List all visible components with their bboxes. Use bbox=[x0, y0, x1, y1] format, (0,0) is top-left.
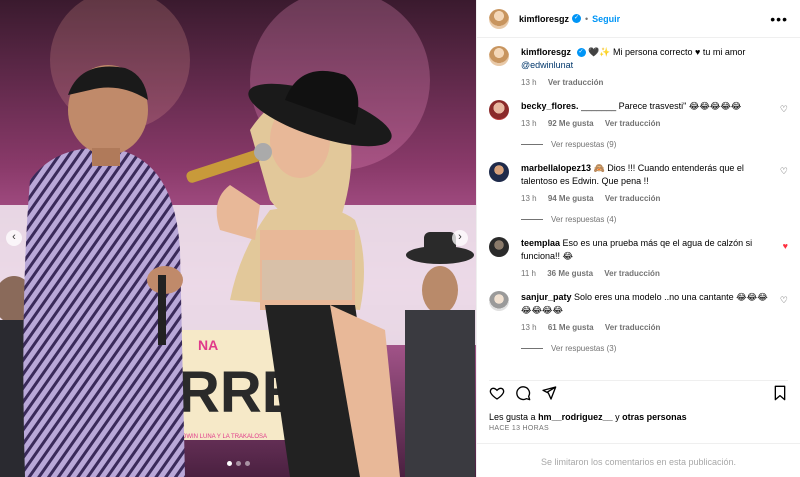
comment-text: marbellalopez13 🙈 Dios !!! Cuando entend… bbox=[521, 162, 772, 188]
like-heart-icon[interactable]: ♡ bbox=[780, 295, 788, 306]
author-avatar[interactable] bbox=[489, 8, 509, 29]
action-bar bbox=[489, 380, 788, 401]
comment-item: marbellalopez13 🙈 Dios !!! Cuando entend… bbox=[489, 162, 788, 203]
concert-photo: RREG NA EDWIN LUNA Y LA TRAKALOSA bbox=[0, 0, 476, 477]
post-side-panel: kimfloresgz ✓ • Seguir ••• kimfloresgz ✓… bbox=[476, 0, 800, 477]
previous-slide-button[interactable]: ‹ bbox=[6, 230, 22, 246]
comment-likes[interactable]: 36 Me gusta bbox=[547, 269, 593, 278]
comment-username[interactable]: teemplaa bbox=[521, 238, 560, 248]
comment-body: _______ Parece trasvesti" 😂😂😂😂😂 bbox=[581, 101, 742, 111]
comment-meta: 13 h 92 Me gusta Ver traducción bbox=[521, 119, 772, 128]
likes-summary: Les gusta a hm__rodriguez__ y otras pers… bbox=[489, 412, 687, 422]
comment-text: teemplaa Eso es una prueba más qe el agu… bbox=[521, 237, 772, 263]
carousel-dot bbox=[226, 461, 232, 466]
comment-likes[interactable]: 94 Me gusta bbox=[548, 194, 594, 203]
view-replies-button[interactable]: Ver respuestas (4) bbox=[521, 215, 788, 224]
likes-prefix: Les gusta a bbox=[489, 412, 536, 422]
carousel-dot bbox=[235, 461, 241, 466]
view-replies-label: Ver respuestas (4) bbox=[551, 215, 617, 224]
post-timestamp[interactable]: HACE 13 HORAS bbox=[489, 425, 549, 432]
view-replies-label: Ver respuestas (3) bbox=[551, 344, 617, 353]
caption-avatar[interactable] bbox=[489, 46, 509, 66]
comment-username[interactable]: sanjur_paty bbox=[521, 292, 572, 302]
comment-item: becky_flores. _______ Parece trasvesti" … bbox=[489, 100, 788, 128]
comment-avatar[interactable] bbox=[489, 237, 509, 257]
replies-line bbox=[521, 144, 543, 145]
comment-text: sanjur_paty Solo eres una modelo ..no un… bbox=[521, 291, 772, 317]
comment-avatar[interactable] bbox=[489, 162, 509, 182]
comment-likes[interactable]: 61 Me gusta bbox=[548, 323, 594, 332]
carousel-dots bbox=[0, 458, 476, 468]
comment-text: becky_flores. _______ Parece trasvesti" … bbox=[521, 100, 772, 113]
view-replies-button[interactable]: Ver respuestas (3) bbox=[521, 344, 788, 353]
post-dialog: RREG NA EDWIN LUNA Y LA TRAKALOSA ‹ › ki… bbox=[0, 0, 800, 477]
comment-age[interactable]: 11 h bbox=[521, 269, 536, 278]
bookmark-icon[interactable] bbox=[772, 385, 788, 401]
likes-others[interactable]: otras personas bbox=[622, 412, 687, 422]
comment-username[interactable]: marbellalopez13 bbox=[521, 163, 591, 173]
separator-dot: • bbox=[585, 13, 589, 24]
comment-age[interactable]: 13 h bbox=[521, 119, 537, 128]
comments-list[interactable]: kimfloresgz ✓ 🖤✨ Mi persona correcto ♥ t… bbox=[477, 38, 800, 373]
comment-avatar[interactable] bbox=[489, 100, 509, 120]
comment-translate-link[interactable]: Ver traducción bbox=[605, 194, 661, 203]
comment-username[interactable]: becky_flores. bbox=[521, 101, 579, 111]
likes-middle: y bbox=[615, 412, 620, 422]
verified-badge-icon: ✓ bbox=[572, 14, 582, 23]
banner-subtext: EDWIN LUNA Y LA TRAKALOSA bbox=[178, 434, 267, 440]
comment-item: teemplaa Eso es una prueba más qe el agu… bbox=[489, 237, 788, 278]
more-options-icon[interactable]: ••• bbox=[770, 11, 788, 27]
comment-meta: 11 h 36 Me gusta Ver traducción bbox=[521, 269, 772, 278]
replies-line bbox=[521, 219, 543, 220]
comment-translate-link[interactable]: Ver traducción bbox=[605, 323, 661, 332]
comment-icon[interactable] bbox=[515, 385, 531, 401]
caption-body: 🖤✨ Mi persona correcto ♥ tu mi amor bbox=[588, 47, 746, 57]
share-icon[interactable] bbox=[541, 385, 557, 401]
comment-meta: 13 h 61 Me gusta Ver traducción bbox=[521, 323, 772, 332]
caption-meta: 13 h Ver traducción bbox=[521, 78, 772, 87]
next-slide-button[interactable]: › bbox=[452, 230, 468, 246]
author-username[interactable]: kimfloresgz bbox=[519, 14, 569, 24]
liked-heart-icon[interactable]: ♥ bbox=[783, 241, 788, 251]
view-replies-label: Ver respuestas (9) bbox=[551, 140, 617, 149]
post-media[interactable]: RREG NA EDWIN LUNA Y LA TRAKALOSA ‹ › bbox=[0, 0, 476, 477]
comment-meta: 13 h 94 Me gusta Ver traducción bbox=[521, 194, 772, 203]
caption-translate-link[interactable]: Ver traducción bbox=[548, 78, 604, 87]
comment-age[interactable]: 13 h bbox=[521, 323, 537, 332]
banner-small-text: NA bbox=[198, 337, 218, 353]
like-heart-icon[interactable] bbox=[489, 385, 505, 401]
caption-text: kimfloresgz ✓ 🖤✨ Mi persona correcto ♥ t… bbox=[521, 46, 772, 72]
comments-limited-notice: Se limitaron los comentarios en esta pub… bbox=[477, 443, 800, 467]
like-heart-icon[interactable]: ♡ bbox=[780, 104, 788, 115]
follow-button[interactable]: Seguir bbox=[592, 14, 620, 24]
comment-age[interactable]: 13 h bbox=[521, 194, 537, 203]
comment-translate-link[interactable]: Ver traducción bbox=[604, 269, 660, 278]
verified-badge-icon: ✓ bbox=[576, 48, 586, 58]
comment-translate-link[interactable]: Ver traducción bbox=[605, 119, 661, 128]
view-replies-button[interactable]: Ver respuestas (9) bbox=[521, 140, 788, 149]
comment-item: sanjur_paty Solo eres una modelo ..no un… bbox=[489, 291, 788, 332]
post-header: kimfloresgz ✓ • Seguir ••• bbox=[477, 0, 800, 38]
comment-likes[interactable]: 92 Me gusta bbox=[548, 119, 594, 128]
like-heart-icon[interactable]: ♡ bbox=[780, 166, 788, 177]
comment-avatar[interactable] bbox=[489, 291, 509, 311]
carousel-dot bbox=[244, 461, 250, 466]
caption-age[interactable]: 13 h bbox=[521, 78, 537, 87]
caption-mention[interactable]: @edwinlunat bbox=[521, 60, 573, 70]
replies-line bbox=[521, 348, 543, 349]
caption-username[interactable]: kimfloresgz bbox=[521, 47, 571, 57]
likes-user[interactable]: hm__rodriguez__ bbox=[538, 412, 613, 422]
caption: kimfloresgz ✓ 🖤✨ Mi persona correcto ♥ t… bbox=[489, 46, 788, 87]
